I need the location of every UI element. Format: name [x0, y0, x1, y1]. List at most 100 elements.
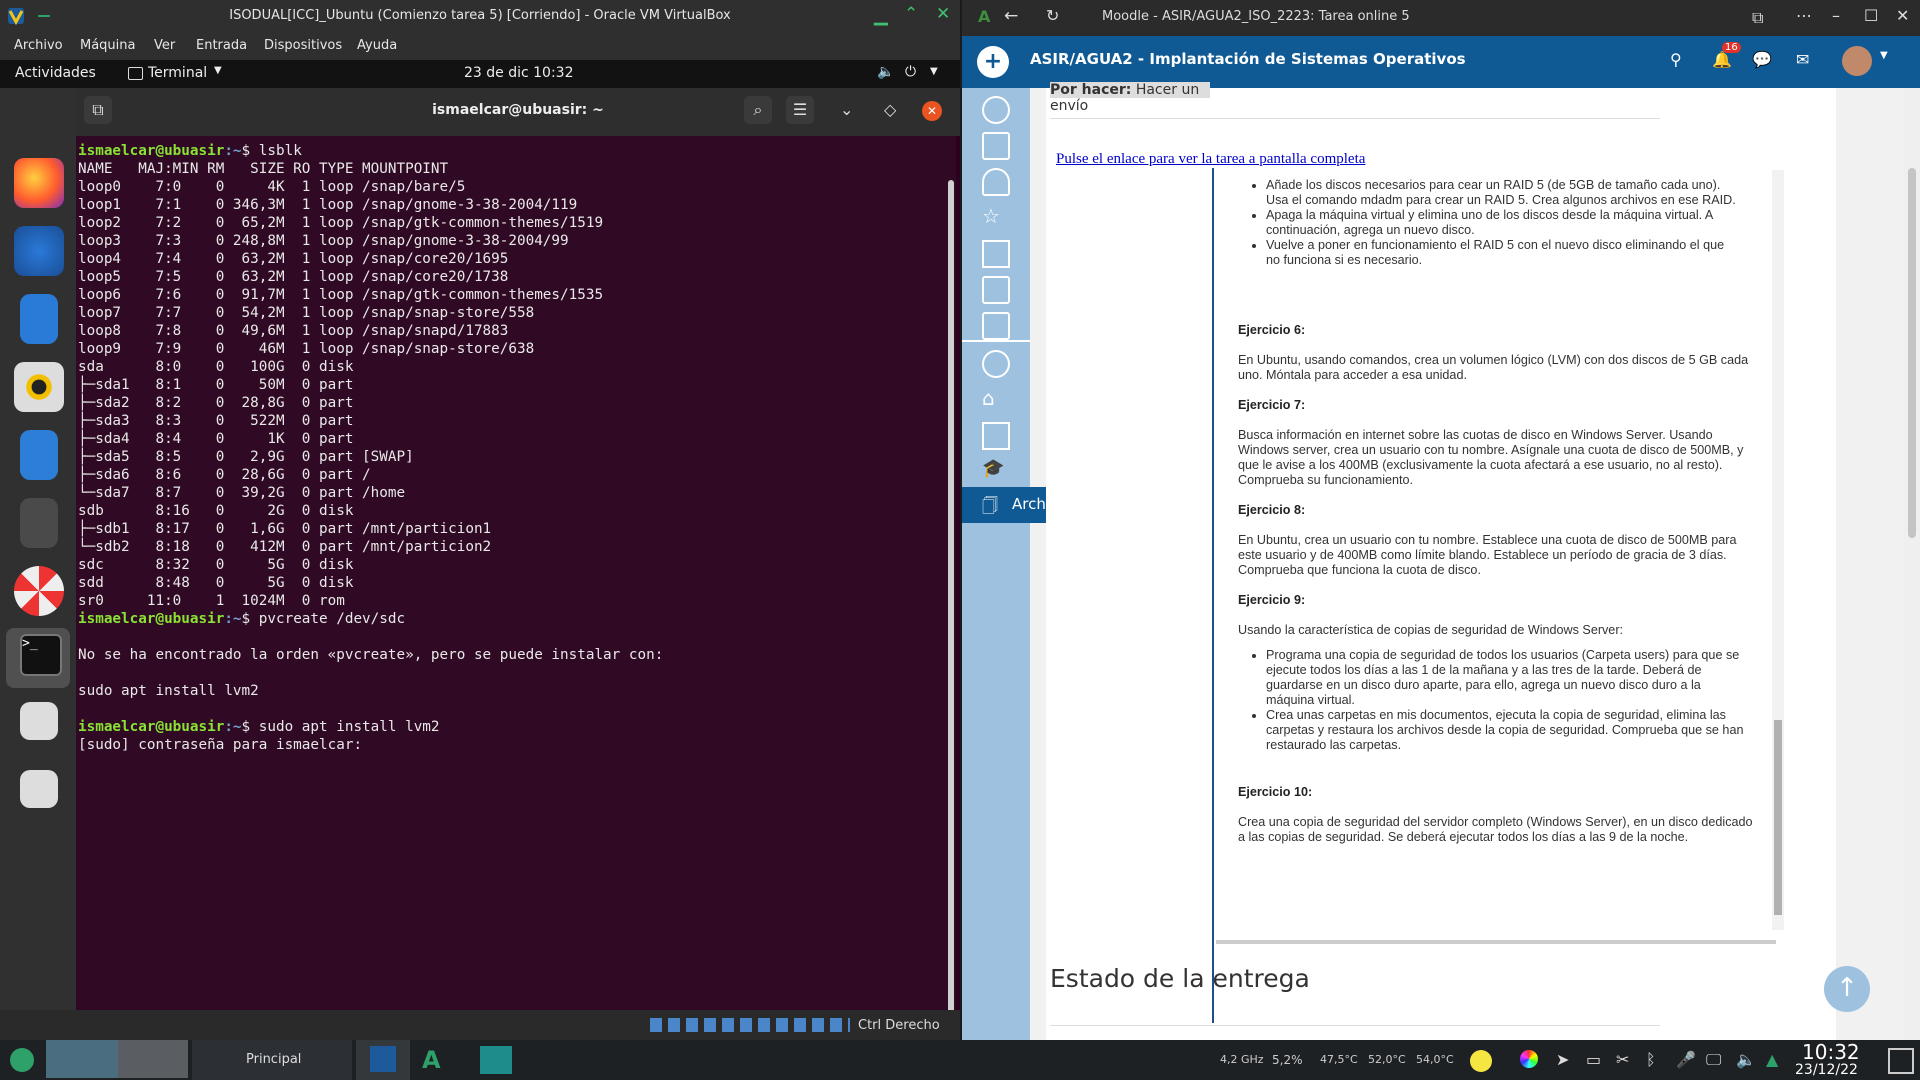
back-icon[interactable]: ←	[1004, 6, 1018, 26]
home-icon[interactable]: ⌂	[982, 386, 1006, 410]
task-principal[interactable]: Principal	[192, 1040, 352, 1080]
menu-maquina[interactable]: Máquina	[80, 38, 136, 53]
search-icon[interactable]: ⌕	[744, 96, 772, 124]
embedded-doc-scrollbar[interactable]	[1772, 170, 1784, 930]
hamburger-menu-icon[interactable]: ☰	[786, 96, 814, 124]
folder-icon[interactable]	[982, 312, 1010, 340]
telegram-icon[interactable]: ➤	[1556, 1050, 1569, 1069]
bullet-item: Vuelve a poner en funcionamiento el RAID…	[1266, 238, 1736, 268]
recent-icon[interactable]	[982, 96, 1010, 124]
taskbar-time[interactable]: 10:32	[1802, 1040, 1860, 1064]
chevron-down-icon[interactable]: ▼	[214, 65, 222, 76]
refresh-icon[interactable]: ↻	[1046, 6, 1059, 25]
rhythmbox-icon[interactable]	[14, 362, 64, 412]
close-button[interactable]: ✕	[936, 4, 950, 24]
moodle-navbar: + ASIR/AGUA2 - Implantación de Sistemas …	[962, 36, 1920, 88]
firefox-icon[interactable]	[14, 158, 64, 208]
raid-bullets: Añade los discos necesarios para cear un…	[1226, 178, 1736, 268]
user-avatar[interactable]	[1842, 46, 1872, 76]
virtualbox-menubar: Archivo Máquina Ver Entrada Dispositivos…	[0, 32, 960, 60]
minimize-icon[interactable]: ⌄	[840, 100, 853, 119]
maximize-icon[interactable]: ☐	[1864, 6, 1878, 25]
course-title[interactable]: ASIR/AGUA2 - Implantación de Sistemas Op…	[1030, 50, 1466, 68]
terminal-scrollbar[interactable]	[948, 180, 954, 1010]
page-scroll-thumb[interactable]	[1908, 168, 1916, 538]
software-icon[interactable]	[20, 498, 58, 548]
terminal-output[interactable]: ismaelcar@ubuasir:~$ lsblk NAME MAJ:MIN …	[76, 136, 956, 1010]
maximize-icon[interactable]: ◇	[884, 100, 896, 119]
menu-dispositivos[interactable]: Dispositivos	[264, 38, 342, 53]
volume-icon[interactable]: 🔈	[1736, 1050, 1756, 1069]
close-icon[interactable]: ✕	[1896, 6, 1909, 25]
exercise-10-text: Crea una copia de seguridad del servidor…	[1238, 815, 1753, 844]
embedded-doc-hscrollbar[interactable]	[1216, 940, 1776, 944]
screen-icon[interactable]: 🖵	[1706, 1050, 1721, 1070]
embedded-task-document[interactable]: Añade los discos necesarios para cear un…	[1226, 168, 1756, 1018]
system-menu-arrow-icon[interactable]: ▼	[930, 66, 938, 77]
terminal-icon[interactable]: >_	[20, 634, 62, 676]
workspace-3[interactable]	[118, 1040, 188, 1078]
graduation-cap-icon[interactable]: 🎓	[982, 458, 1006, 482]
lsblk-output: NAME MAJ:MIN RM SIZE RO TYPE MOUNTPOINT …	[78, 161, 604, 609]
add-icon[interactable]: +	[977, 46, 1009, 78]
tab-title: Moodle - ASIR/AGUA2_ISO_2223: Tarea onli…	[1102, 9, 1410, 24]
workspace-2[interactable]	[82, 1040, 118, 1078]
workspace-1[interactable]	[46, 1040, 82, 1078]
window-title: ISODUAL[ICC]_Ubuntu (Comienzo tarea 5) […	[229, 8, 731, 23]
activities-button[interactable]: Actividades	[15, 65, 96, 81]
book-icon[interactable]	[982, 240, 1010, 268]
writer-icon[interactable]	[20, 430, 58, 480]
back-to-top-icon[interactable]: ↑	[1824, 966, 1870, 1012]
mail-icon[interactable]: ✉	[1796, 50, 1809, 69]
install-app-icon[interactable]: ⧉	[1752, 8, 1763, 28]
star-icon[interactable]: ☆	[982, 204, 1006, 228]
bluetooth-icon[interactable]: ᛒ	[1646, 1050, 1656, 1069]
task-virtualbox[interactable]	[356, 1040, 410, 1080]
microphone-icon[interactable]: 🎤	[1676, 1050, 1696, 1069]
app-menu[interactable]: Terminal	[148, 65, 207, 81]
dashboard-icon[interactable]	[982, 350, 1010, 378]
color-picker-icon[interactable]	[1520, 1050, 1538, 1068]
drive-icon[interactable]	[20, 702, 58, 740]
window-manager-icon[interactable]	[480, 1046, 512, 1074]
more-menu-icon[interactable]: ⋯	[1796, 6, 1812, 25]
prompt-user: ismaelcar@ubuasir	[78, 611, 225, 627]
embedded-doc-scroll-thumb[interactable]	[1774, 720, 1782, 915]
minimize-button[interactable]: ▁	[874, 6, 888, 26]
network-icon[interactable]: ✂	[1616, 1050, 1629, 1069]
task-principal-label: Principal	[246, 1052, 302, 1067]
menu-ayuda[interactable]: Ayuda	[357, 38, 397, 53]
taskbar-date[interactable]: 23/12/22	[1795, 1062, 1858, 1078]
device-status-icons[interactable]	[650, 1018, 850, 1032]
user-menu-chevron-icon[interactable]: ▼	[1880, 50, 1888, 61]
minimize-icon[interactable]: –	[1832, 6, 1840, 25]
folder-icon[interactable]	[982, 132, 1010, 160]
thunderbird-icon[interactable]	[14, 226, 64, 276]
participants-icon[interactable]	[982, 168, 1010, 196]
help-icon[interactable]	[14, 566, 64, 616]
menu-archivo[interactable]: Archivo	[14, 38, 63, 53]
files-icon[interactable]	[20, 294, 58, 344]
clock[interactable]: 23 de dic 10:32	[464, 65, 573, 81]
drive-icon[interactable]	[20, 770, 58, 808]
calendar-icon[interactable]	[982, 422, 1010, 450]
volume-icon[interactable]: 🔈	[877, 64, 894, 80]
menu-entrada[interactable]: Entrada	[196, 38, 247, 53]
power-icon[interactable]: ⏻	[905, 64, 916, 80]
maximize-button[interactable]: ⌃	[904, 4, 918, 24]
fullscreen-task-link[interactable]: Pulse el enlace para ver la tarea a pant…	[1056, 151, 1365, 168]
tray-arrow-icon[interactable]: ▲	[1766, 1050, 1778, 1069]
weather-icon[interactable]	[1470, 1050, 1492, 1072]
page-scrollbar[interactable]	[1904, 88, 1920, 1040]
display-icon[interactable]: ▭	[1586, 1050, 1601, 1069]
pin-icon[interactable]: ⚲	[1670, 50, 1682, 69]
moodle-app-icon[interactable]: A	[422, 1046, 441, 1074]
bullet-item: Programa una copia de seguridad de todos…	[1266, 648, 1746, 708]
folder-icon[interactable]	[982, 276, 1010, 304]
show-desktop-icon[interactable]	[1888, 1048, 1914, 1074]
close-icon[interactable]: ✕	[922, 101, 942, 121]
guest-screen: Actividades Terminal ▼ 23 de dic 10:32 🔈…	[0, 60, 960, 1010]
start-menu-icon[interactable]	[10, 1048, 34, 1072]
messages-icon[interactable]: 💬	[1752, 50, 1772, 69]
menu-ver[interactable]: Ver	[154, 38, 175, 53]
